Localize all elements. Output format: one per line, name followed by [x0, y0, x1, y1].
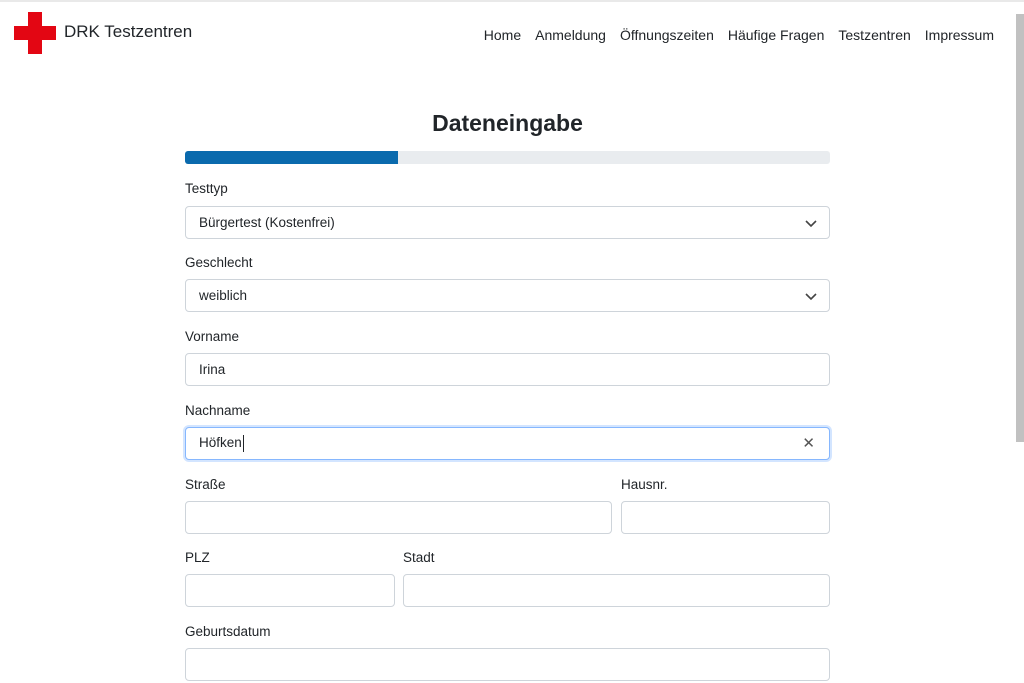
nav-item-haeufige-fragen[interactable]: Häufige Fragen: [728, 27, 825, 43]
geburtsdatum-label: Geburtsdatum: [185, 624, 271, 639]
testtyp-select[interactable]: Bürgertest (Kostenfrei): [185, 206, 830, 239]
geburtsdatum-input[interactable]: [185, 648, 830, 681]
progress-bar: [185, 151, 830, 164]
stadt-input[interactable]: [403, 574, 830, 607]
main-nav: Home Anmeldung Öffnungszeiten Häufige Fr…: [470, 27, 994, 43]
geschlecht-select[interactable]: weiblich: [185, 279, 830, 312]
brand[interactable]: DRK Testzentren: [14, 12, 192, 54]
vorname-input[interactable]: Irina: [185, 353, 830, 386]
chevron-down-icon: [805, 220, 817, 228]
text-cursor: [242, 435, 244, 452]
hausnr-label: Hausnr.: [621, 477, 668, 492]
window-top-border: [0, 0, 1024, 2]
nachname-value: Höfken: [199, 435, 242, 451]
stadt-label: Stadt: [403, 550, 435, 565]
plz-input[interactable]: [185, 574, 395, 607]
nachname-label: Nachname: [185, 403, 251, 418]
red-cross-icon: [14, 12, 56, 54]
vorname-value: Irina: [199, 362, 226, 377]
geschlecht-value: weiblich: [199, 288, 248, 303]
nav-item-testzentren[interactable]: Testzentren: [838, 27, 910, 43]
chevron-down-icon: [805, 293, 817, 301]
strasse-input[interactable]: [185, 501, 612, 534]
strasse-label: Straße: [185, 477, 226, 492]
page-scrollbar[interactable]: [1016, 14, 1024, 442]
geschlecht-label: Geschlecht: [185, 255, 253, 270]
nachname-input[interactable]: Höfken ✕: [185, 427, 830, 460]
testtyp-label: Testtyp: [185, 181, 228, 196]
clear-x-icon[interactable]: ✕: [802, 436, 815, 452]
hausnr-input[interactable]: [621, 501, 830, 534]
brand-name: DRK Testzentren: [64, 22, 193, 41]
nav-item-oeffnungszeiten[interactable]: Öffnungszeiten: [620, 27, 714, 43]
nav-item-impressum[interactable]: Impressum: [925, 27, 994, 43]
vorname-label: Vorname: [185, 329, 240, 344]
nav-item-home[interactable]: Home: [484, 27, 521, 43]
progress-bar-fill: [185, 151, 398, 164]
testtyp-value: Bürgertest (Kostenfrei): [199, 215, 335, 230]
plz-label: PLZ: [185, 550, 210, 565]
nav-item-anmeldung[interactable]: Anmeldung: [535, 27, 606, 43]
page-title: Dateneingabe: [432, 110, 583, 136]
